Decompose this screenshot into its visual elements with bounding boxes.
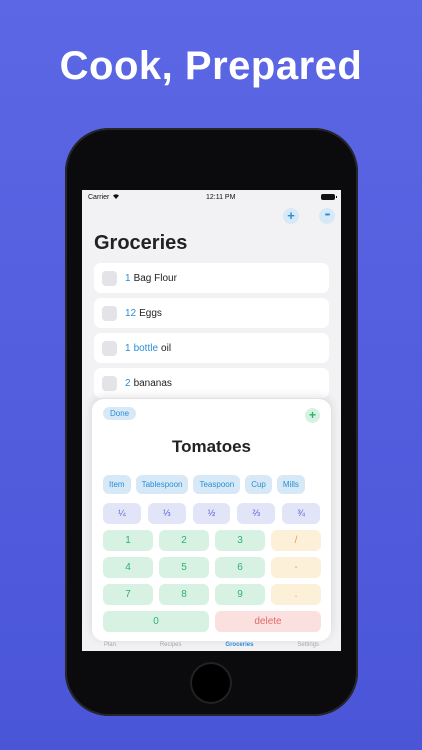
unit-selector: Item Tablespoon Teaspoon Cup Mills: [103, 475, 321, 494]
quantity-sheet: Done + Tomatoes Item Tablespoon Teaspoon…: [92, 399, 331, 641]
unit-chip-tablespoon[interactable]: Tablespoon: [135, 475, 189, 494]
add-item-icon[interactable]: +: [305, 408, 320, 423]
key-7[interactable]: 7: [103, 584, 153, 605]
status-time: 12:11 PM: [205, 193, 236, 201]
fraction-key[interactable]: ⅔: [237, 503, 276, 524]
add-icon[interactable]: +: [283, 208, 299, 224]
headline: Cook, Prepared: [59, 44, 363, 88]
delete-button[interactable]: delete: [215, 611, 321, 632]
key-slash[interactable]: /: [271, 530, 321, 551]
battery-icon: [321, 194, 337, 200]
item-qty: 12: [125, 307, 137, 319]
checkbox[interactable]: [102, 340, 117, 356]
wifi-icon: [112, 193, 120, 201]
fraction-key[interactable]: ¾: [282, 503, 320, 524]
key-9[interactable]: 9: [215, 584, 265, 605]
tab-plan[interactable]: Plan: [104, 642, 116, 648]
status-bar: Carrier 12:11 PM: [82, 190, 341, 204]
top-toolbar: + •••: [283, 208, 335, 224]
key-6[interactable]: 6: [215, 557, 265, 578]
key-dot[interactable]: .: [271, 584, 321, 605]
unit-chip-cup[interactable]: Cup: [245, 475, 272, 494]
key-3[interactable]: 3: [215, 530, 265, 551]
fraction-key[interactable]: ½: [192, 503, 231, 524]
list-item[interactable]: 12 Eggs: [94, 298, 329, 328]
list-item[interactable]: 1 bottle oil: [94, 333, 329, 363]
fraction-key[interactable]: ⅓: [147, 503, 186, 524]
key-4[interactable]: 4: [103, 557, 153, 578]
checkbox[interactable]: [102, 375, 117, 391]
fraction-key[interactable]: ¼: [103, 503, 141, 524]
key-5[interactable]: 5: [159, 557, 209, 578]
keypad: 1 2 3 / 4 5 6 - 7 8 9 . 0 delete: [103, 530, 321, 632]
tab-groceries[interactable]: Groceries: [225, 642, 253, 648]
item-name: Eggs: [139, 307, 162, 319]
list-item[interactable]: 1 Bag Flour: [94, 263, 329, 293]
list-item[interactable]: 2 bananas: [94, 368, 329, 398]
phone-frame: Carrier 12:11 PM + ••• Groceries 1 Bag F…: [65, 128, 358, 716]
tab-settings[interactable]: Settings: [297, 642, 319, 648]
grocery-list: 1 Bag Flour 12 Eggs 1 bottle oil 2 banan…: [94, 263, 329, 403]
page-title: Groceries: [94, 232, 188, 254]
carrier: Carrier: [88, 193, 120, 201]
key-1[interactable]: 1: [103, 530, 153, 551]
item-qty: 1: [125, 272, 131, 284]
done-button[interactable]: Done: [103, 407, 137, 420]
item-qty: 2: [125, 377, 131, 389]
unit-chip-teaspoon[interactable]: Teaspoon: [193, 475, 241, 494]
tab-recipes[interactable]: Recipes: [160, 642, 182, 648]
item-name: bananas: [133, 377, 172, 389]
unit-chip-item[interactable]: Item: [103, 475, 131, 494]
key-8[interactable]: 8: [159, 584, 209, 605]
item-name: oil: [161, 342, 172, 354]
home-button[interactable]: [190, 662, 232, 704]
item-qty: 1: [125, 342, 131, 354]
key-0[interactable]: 0: [103, 611, 209, 632]
key-dash[interactable]: -: [271, 557, 321, 578]
fraction-row: ¼ ⅓ ½ ⅔ ¾: [103, 503, 320, 524]
item-unit: bottle: [133, 342, 159, 354]
more-icon[interactable]: •••: [319, 208, 335, 224]
key-2[interactable]: 2: [159, 530, 209, 551]
sheet-title: Tomatoes: [171, 437, 252, 456]
unit-chip-mills[interactable]: Mills: [276, 475, 305, 494]
checkbox[interactable]: [102, 270, 117, 286]
screen: Carrier 12:11 PM + ••• Groceries 1 Bag F…: [82, 190, 341, 651]
checkbox[interactable]: [102, 305, 117, 321]
item-name: Bag Flour: [133, 272, 177, 284]
